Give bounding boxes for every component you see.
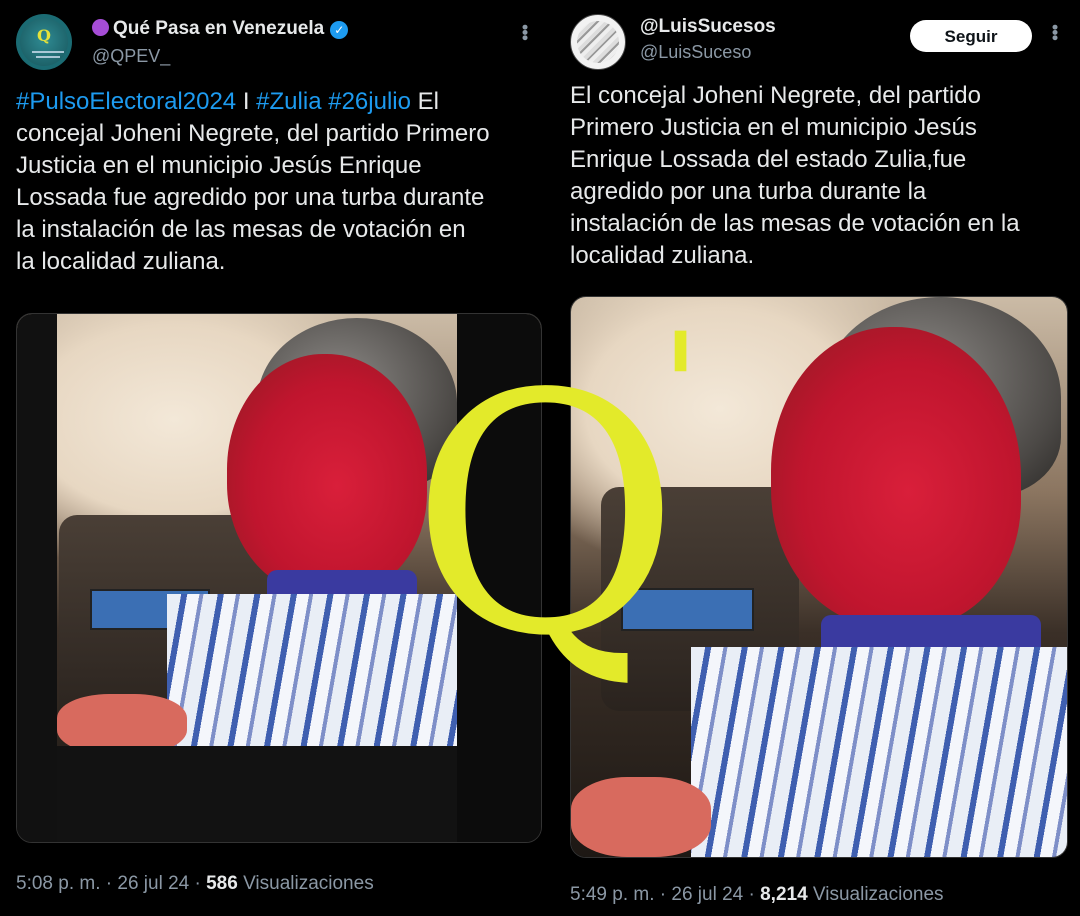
timestamp[interactable]: 5:49 p. m. · 26 jul 24 · [570, 884, 760, 905]
text-line: El [417, 88, 439, 115]
text-line: instalación de las mesas de votación en … [570, 210, 1020, 237]
display-name[interactable]: @LuisSucesos [640, 16, 776, 38]
text-line: Justicia en el municipio Jesús Enrique [16, 152, 422, 179]
tweet-photo[interactable] [570, 296, 1068, 858]
verified-badge-icon: ✓ [330, 21, 349, 39]
profile-image-icon [577, 21, 619, 63]
text-line: Enrique Lossada del estado Zulia,fue [570, 146, 967, 173]
tweet-text: El concejal Joheni Negrete, del partido … [570, 80, 1020, 272]
text-line: agredido por una turba durante la [570, 178, 927, 205]
tweet-qpev: Q Qué Pasa en Venezuela ✓ @QPEV_ ••• #Pul… [0, 0, 556, 916]
views-label: Visualizaciones [243, 873, 374, 894]
hashtag-link[interactable]: #26julio [328, 88, 411, 115]
text-line: la localidad zuliana. [16, 248, 226, 275]
text-line: Lossada fue agredido por una turba duran… [16, 184, 485, 211]
text-line: El concejal Joheni Negrete, del partido [570, 82, 981, 109]
hashtag-link[interactable]: #Zulia [256, 88, 321, 115]
tweet-luissucesos: @LuisSucesos @LuisSuceso Seguir ••• El c… [556, 0, 1080, 916]
tweet-photo[interactable] [16, 313, 542, 843]
views-label: Visualizaciones [812, 884, 944, 905]
timestamp[interactable]: 5:08 p. m. · 26 jul 24 · [16, 873, 206, 894]
more-options-icon[interactable]: ••• [515, 24, 535, 40]
avatar-qpev[interactable]: Q [16, 14, 72, 70]
text-line: concejal Joheni Negrete, del partido Pri… [16, 120, 490, 147]
handle[interactable]: @QPEV_ [92, 46, 170, 67]
qpev-logo-icon: Q [20, 18, 68, 66]
follow-button[interactable]: Seguir [910, 20, 1032, 52]
separator: I [242, 88, 250, 115]
avatar-luissucesos[interactable] [570, 14, 626, 70]
tweet-meta: 5:49 p. m. · 26 jul 24 · 8,214 Visualiza… [570, 884, 944, 906]
tweet-meta: 5:08 p. m. · 26 jul 24 · 586 Visualizaci… [16, 873, 374, 895]
purple-circle-icon [92, 19, 109, 36]
views-count: 586 [206, 873, 238, 894]
text-line: Primero Justicia en el municipio Jesús [570, 114, 977, 141]
text-line: localidad zuliana. [570, 242, 755, 269]
tweet-text: #PulsoElectoral2024 I #Zulia #26julio El… [16, 86, 490, 278]
text-line: la instalación de las mesas de votación … [16, 216, 466, 243]
views-count: 8,214 [760, 884, 808, 905]
hashtag-link[interactable]: #PulsoElectoral2024 [16, 88, 236, 115]
handle[interactable]: @LuisSuceso [640, 42, 751, 63]
more-options-icon[interactable]: ••• [1045, 24, 1065, 40]
display-name[interactable]: Qué Pasa en Venezuela ✓ [92, 18, 349, 40]
